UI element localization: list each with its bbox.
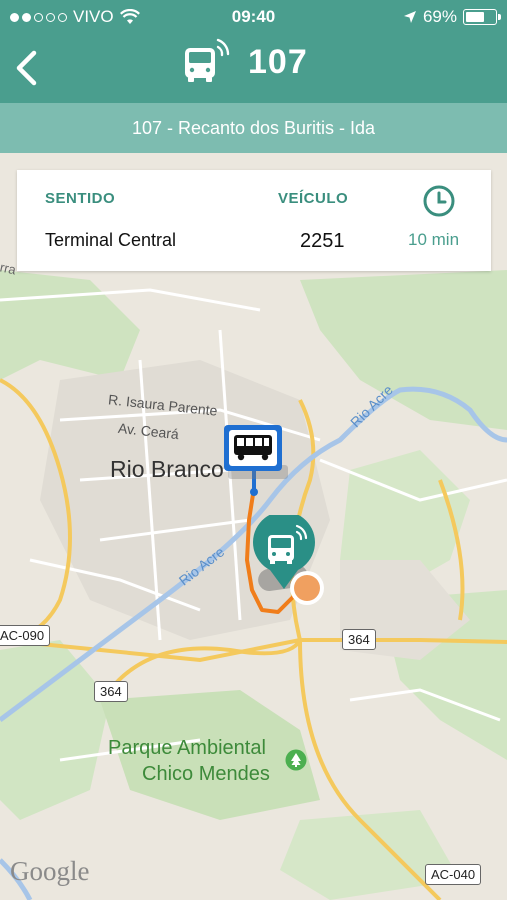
vehicle-label: VEÍCULO	[278, 190, 349, 207]
route-header: 107	[180, 37, 308, 87]
map-label-park-1: Parque Ambiental	[108, 737, 266, 759]
route-number: 107	[248, 42, 308, 81]
road-shield-364-b: 364	[94, 681, 128, 702]
battery-icon	[463, 9, 501, 25]
top-bar: VIVO 09:40 69% 107	[0, 0, 507, 103]
bus-signal-icon	[185, 38, 230, 82]
route-name-bar: 107 - Recanto dos Buritis - Ida	[0, 103, 507, 153]
map-label-edge: rra	[0, 259, 18, 278]
battery-percent: 69%	[422, 7, 457, 26]
bus-stop-icon	[224, 425, 282, 471]
back-chevron-icon[interactable]	[12, 49, 42, 87]
park-tree-icon	[285, 749, 307, 771]
eta-value: 10 min	[408, 230, 460, 249]
clock-icon	[423, 185, 455, 217]
map-label-city: Rio Branco	[110, 456, 224, 482]
road-shield-364-a: 364	[342, 629, 376, 650]
nav-bar: 107	[0, 34, 507, 103]
map-label-park-2: Chico Mendes	[142, 763, 270, 785]
bus-stop-marker[interactable]	[222, 423, 288, 479]
status-bar: VIVO 09:40 69%	[0, 0, 507, 34]
direction-label: SENTIDO	[45, 190, 116, 207]
map-attribution: Google	[10, 856, 90, 886]
vehicle-pin-icon	[253, 515, 315, 589]
road-shield-ac090: AC-090	[0, 625, 51, 646]
trip-info-card: SENTIDO Terminal Central VEÍCULO 2251 10…	[17, 170, 491, 271]
status-right: 69%	[403, 7, 501, 27]
vehicle-value: 2251	[300, 230, 345, 252]
location-arrow-icon	[403, 11, 416, 23]
vehicle-marker[interactable]	[252, 515, 332, 605]
direction-value: Terminal Central	[45, 230, 177, 250]
road-shield-ac040: AC-040	[425, 864, 482, 885]
